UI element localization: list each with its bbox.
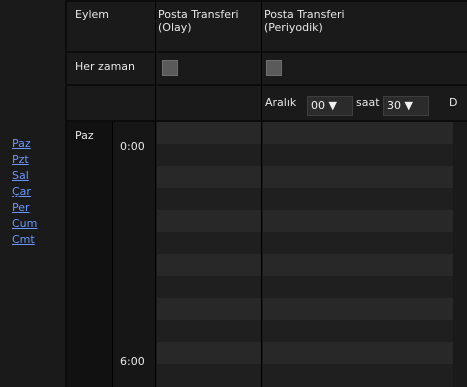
- day-link-pzt[interactable]: Pzt: [12, 152, 52, 168]
- interval-unit-label: D: [449, 96, 458, 109]
- interval-minute-select[interactable]: 30 ▼: [383, 96, 429, 116]
- always-event-checkbox[interactable]: [162, 60, 178, 76]
- interval-label: Aralık: [265, 96, 297, 109]
- day-link-cum[interactable]: Cum: [12, 216, 52, 232]
- day-link-sal[interactable]: Sal: [12, 168, 52, 184]
- interval-hour-select[interactable]: 00 ▼: [307, 96, 353, 116]
- day-link-cmt[interactable]: Cmt: [12, 232, 52, 248]
- always-periodic-checkbox[interactable]: [266, 60, 282, 76]
- col-divider: [155, 0, 156, 387]
- day-links: Paz Pzt Sal Çar Per Cum Cmt: [12, 136, 52, 248]
- event-grid[interactable]: [157, 122, 261, 387]
- day-link-per[interactable]: Per: [12, 200, 52, 216]
- hour-label: saat: [356, 96, 380, 109]
- day-link-car[interactable]: Çar: [12, 184, 52, 200]
- col-divider: [261, 0, 262, 387]
- schedule-day-label: Paz: [75, 129, 94, 142]
- time-end: 6:00: [120, 355, 145, 368]
- header-eylem: Eylem: [75, 8, 109, 21]
- header-col-event: Posta Transferi (Olay): [158, 8, 239, 34]
- day-link-paz[interactable]: Paz: [12, 136, 52, 152]
- row-always-label: Her zaman: [75, 60, 136, 73]
- time-start: 0:00: [120, 140, 145, 153]
- day-cell: [67, 122, 112, 387]
- col-divider: [112, 122, 113, 387]
- time-column: [113, 122, 155, 387]
- header-col-periodic: Posta Transferi (Periyodik): [264, 8, 345, 34]
- periodic-grid[interactable]: [263, 122, 467, 387]
